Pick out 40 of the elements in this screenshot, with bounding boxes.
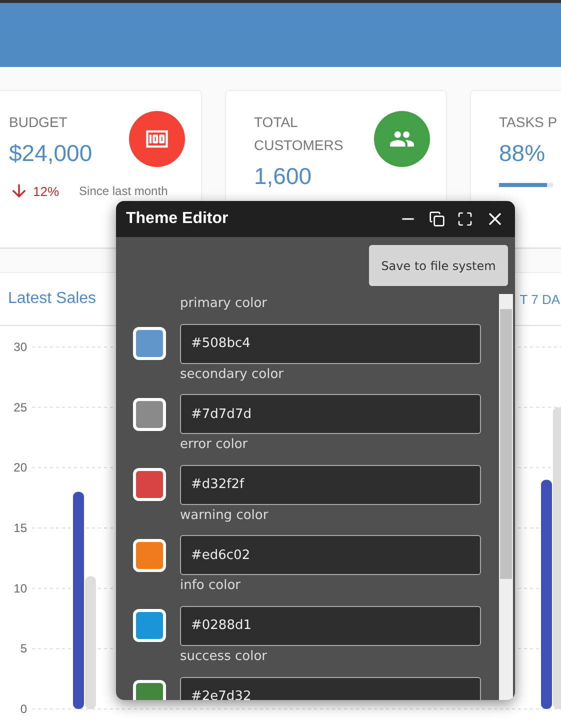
color-input[interactable]: #508bc4 — [180, 324, 481, 364]
color-label: primary color — [180, 295, 268, 313]
axis-tick-label: 20 — [14, 460, 27, 475]
color-label: warning color — [180, 506, 270, 525]
color-input[interactable]: #2e7d32 — [180, 676, 481, 700]
color-swatch[interactable] — [133, 468, 166, 502]
axis-tick-label: 15 — [14, 521, 27, 535]
axis-tick-label: 30 — [14, 340, 27, 354]
since-note: Since last month — [79, 184, 168, 198]
range-button[interactable]: T 7 DA — [520, 292, 560, 306]
color-input[interactable]: #0288d1 — [180, 606, 481, 646]
color-input[interactable]: #ed6c02 — [180, 535, 481, 576]
dialog-title: Theme Editor — [126, 210, 228, 228]
fullscreen-icon[interactable] — [457, 211, 473, 227]
stat-value: $24,000 — [9, 140, 94, 167]
color-input[interactable]: #7d7d7d — [180, 394, 481, 434]
color-swatch[interactable] — [133, 609, 166, 642]
color-label: secondary color — [180, 366, 285, 384]
color-label: info color — [180, 577, 242, 596]
stat-value: 1,600 — [254, 163, 313, 190]
progress-bar — [499, 183, 553, 187]
color-swatch[interactable] — [133, 327, 166, 360]
color-label: error color — [180, 436, 249, 454]
color-label: success color — [180, 648, 268, 666]
color-input[interactable]: #d32f2f — [180, 464, 481, 505]
color-swatch[interactable] — [133, 538, 166, 572]
axis-tick-label: 5 — [20, 642, 27, 656]
copy-icon[interactable] — [429, 211, 445, 227]
stat-value: 88% — [499, 140, 546, 167]
color-swatch[interactable] — [133, 398, 166, 431]
change-percent: 12% — [33, 184, 60, 198]
scrollbar[interactable] — [499, 294, 513, 700]
stat-title: TASKS P — [499, 113, 558, 132]
sales-title: Latest Sales — [8, 290, 96, 308]
stat-title: BUDGET — [9, 113, 68, 132]
axis-tick-label: 25 — [14, 400, 27, 414]
save-button[interactable]: Save to file system — [369, 245, 508, 286]
stat-title: TOTAL CUSTOMERS — [254, 113, 344, 155]
axis-tick-label: 10 — [14, 581, 27, 596]
axis-tick-label: 0 — [20, 702, 27, 716]
